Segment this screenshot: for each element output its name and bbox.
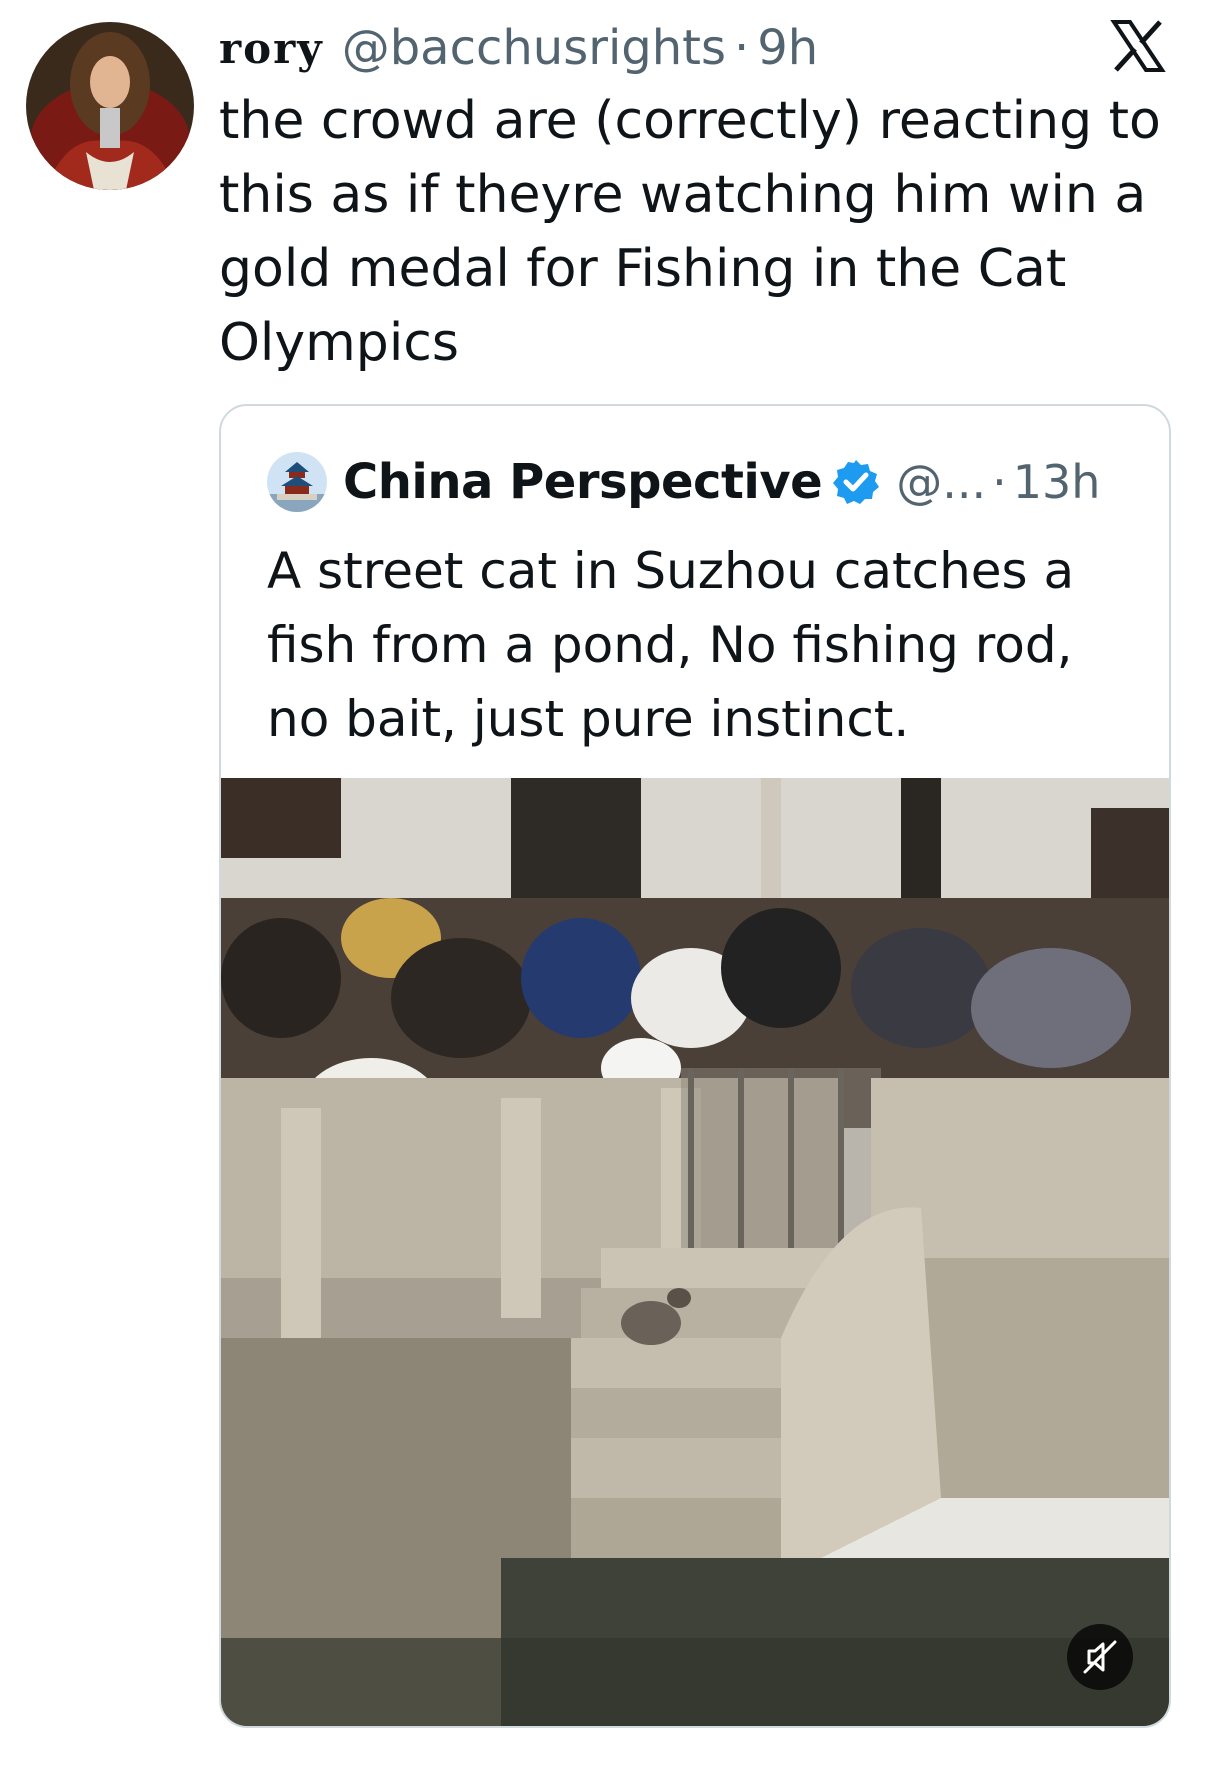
tweet-header: rory @bacchusrights · 9h <box>219 18 818 78</box>
quoted-tweet-time[interactable]: 13h <box>1013 455 1101 509</box>
quoted-tweet-card[interactable]: China Perspective @... · 13h A street ca… <box>219 404 1171 1728</box>
author-handle[interactable]: @bacchusrights <box>342 20 726 76</box>
quoted-author-avatar[interactable] <box>267 452 327 512</box>
tweet-text: the crowd are (correctly) reacting to th… <box>219 91 1161 373</box>
quoted-author-name[interactable]: China Perspective <box>343 454 823 510</box>
separator-dot: · <box>734 20 750 76</box>
video-player[interactable] <box>221 778 1169 1726</box>
separator-dot: · <box>992 455 1007 509</box>
quoted-author-handle[interactable]: @... <box>896 455 986 509</box>
speaker-muted-icon <box>1083 1640 1117 1674</box>
mute-button[interactable] <box>1067 1624 1133 1690</box>
quoted-tweet-header: China Perspective @... · 13h <box>267 450 1100 514</box>
quoted-tweet-text: A street cat in Suzhou catches a fish fr… <box>267 542 1075 748</box>
x-logo-icon <box>1110 18 1166 74</box>
verified-badge-icon <box>832 458 880 506</box>
tweet-time[interactable]: 9h <box>757 20 818 76</box>
author-name[interactable]: rory <box>219 24 324 73</box>
author-avatar[interactable] <box>26 22 194 190</box>
